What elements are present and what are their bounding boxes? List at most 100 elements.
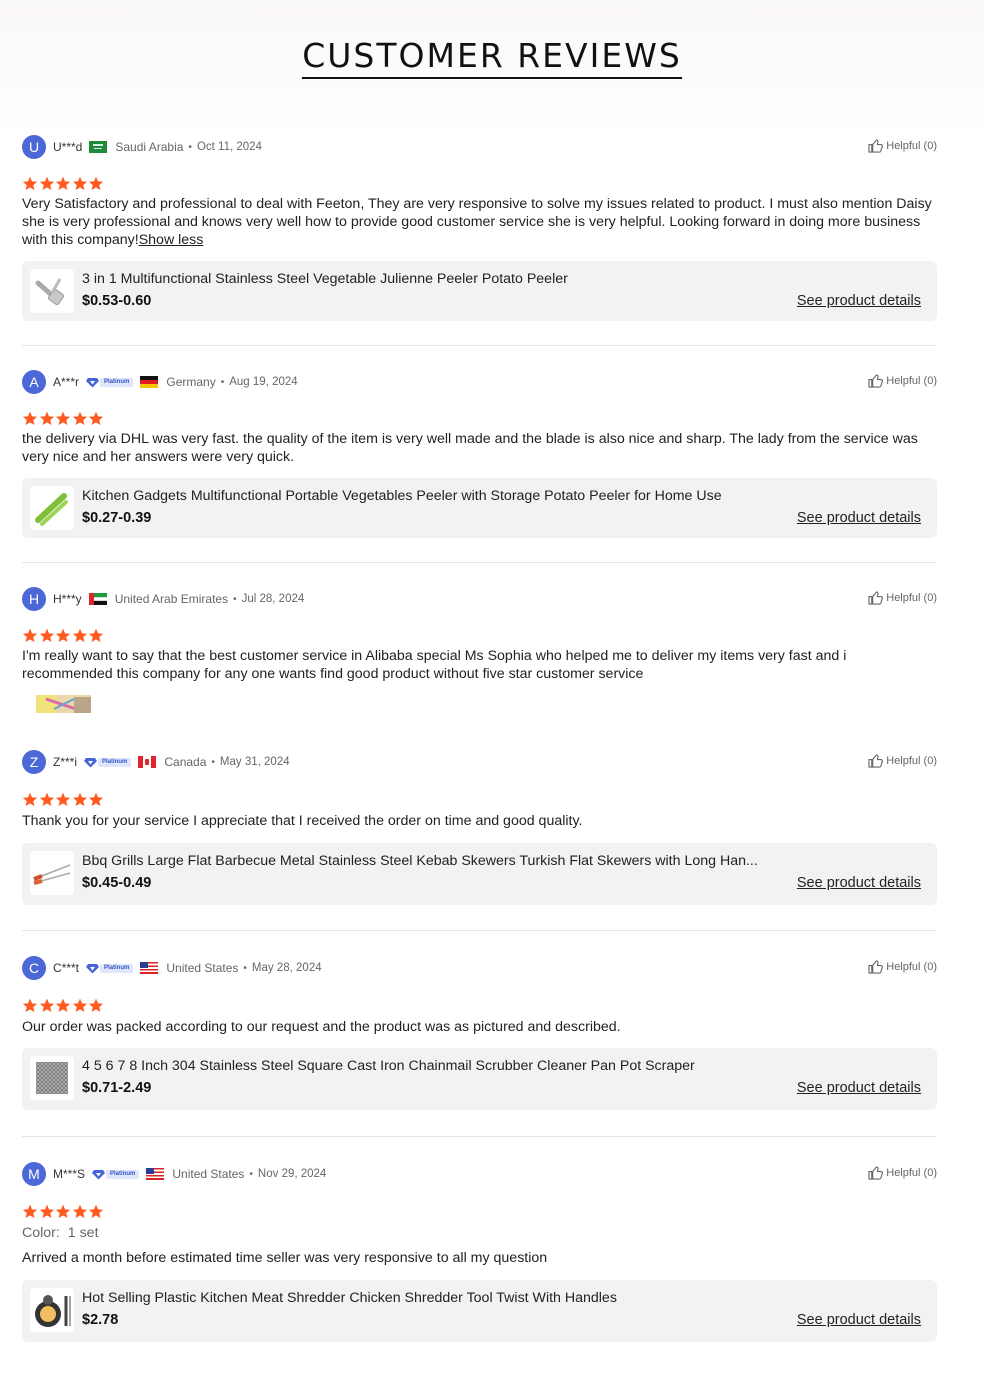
platinum-badge: Platinum	[84, 756, 132, 769]
review-photo-image	[36, 695, 91, 713]
germany-flag	[140, 376, 159, 388]
star-icon	[72, 628, 87, 643]
product-card[interactable]: Kitchen Gadgets Multifunctional Portable…	[22, 478, 937, 538]
helpful-button[interactable]: Helpful (0)	[868, 591, 937, 605]
review-text: Arrived a month before estimated time se…	[22, 1250, 548, 1266]
star-icon	[72, 998, 87, 1013]
helpful-button[interactable]: Helpful (0)	[868, 139, 937, 153]
star-icon	[55, 176, 71, 191]
us-flag	[146, 1168, 165, 1180]
review-date: Nov 29, 2024	[257, 1168, 327, 1180]
product-price: $0.53-0.60	[82, 293, 152, 309]
star-icon	[39, 1204, 54, 1219]
reviewer-name: Z***i	[53, 755, 78, 769]
product-name[interactable]: Bbq Grills Large Flat Barbecue Metal Sta…	[82, 853, 758, 869]
badge-label: Platinum	[100, 963, 134, 973]
product-name[interactable]: Hot Selling Plastic Kitchen Meat Shredde…	[82, 1290, 617, 1306]
review-date: May 31, 2024	[219, 756, 290, 768]
star-icon	[22, 1204, 38, 1219]
review-header: H H***y United Arab Emirates • Jul 28, 2…	[22, 587, 937, 611]
star-icon	[72, 1204, 87, 1219]
see-product-details-link[interactable]: See product details	[797, 510, 921, 526]
peeler-image	[35, 278, 65, 306]
review-date: May 28, 2024	[251, 962, 322, 974]
helpful-button[interactable]: Helpful (0)	[868, 960, 937, 974]
review-header: U U***d Saudi Arabia • Oct 11, 2024 Help…	[22, 135, 937, 159]
diamond-icon	[84, 757, 98, 767]
product-price: $0.45-0.49	[82, 875, 152, 891]
thumbs-up-icon	[868, 374, 884, 388]
helpful-count: Helpful (0)	[886, 1167, 937, 1179]
star-rating	[22, 176, 105, 191]
separator-dot: •	[211, 756, 215, 768]
thumbs-up-icon	[868, 754, 884, 768]
reviewer-name: C***t	[53, 961, 80, 975]
product-price: $0.71-2.49	[82, 1080, 152, 1096]
product-thumbnail[interactable]	[30, 1056, 74, 1100]
see-product-details-link[interactable]: See product details	[797, 293, 921, 309]
see-product-details-link[interactable]: See product details	[797, 1312, 921, 1328]
separator-dot: •	[243, 962, 247, 974]
helpful-button[interactable]: Helpful (0)	[868, 754, 937, 768]
show-less-link[interactable]: Show less	[139, 232, 204, 248]
see-product-details-link[interactable]: See product details	[797, 875, 921, 891]
product-thumbnail[interactable]	[30, 269, 74, 313]
product-name[interactable]: 3 in 1 Multifunctional Stainless Steel V…	[82, 271, 568, 287]
review-header: C C***t Platinum United States • May 28,…	[22, 956, 937, 980]
review-photo[interactable]	[36, 695, 91, 713]
helpful-button[interactable]: Helpful (0)	[868, 374, 937, 388]
skewers-image	[33, 864, 71, 885]
review-card: U U***d Saudi Arabia • Oct 11, 2024 Help…	[22, 135, 937, 321]
reviewer-name: H***y	[53, 592, 82, 606]
review-date: Aug 19, 2024	[229, 376, 298, 388]
helpful-count: Helpful (0)	[886, 592, 937, 604]
star-icon	[22, 628, 38, 643]
star-icon	[88, 628, 104, 643]
product-card[interactable]: 3 in 1 Multifunctional Stainless Steel V…	[22, 261, 937, 321]
peeler-image	[35, 493, 68, 526]
badge-label: Platinum	[98, 757, 132, 767]
star-icon	[72, 176, 87, 191]
product-thumbnail[interactable]	[30, 851, 74, 895]
product-card[interactable]: Bbq Grills Large Flat Barbecue Metal Sta…	[22, 843, 937, 905]
star-icon	[39, 792, 54, 807]
platinum-badge: Platinum	[86, 376, 134, 389]
star-icon	[39, 628, 54, 643]
star-icon	[55, 411, 71, 426]
star-icon	[88, 411, 104, 426]
divider	[22, 562, 937, 563]
review-text: Thank you for your service I appreciate …	[22, 813, 583, 829]
helpful-count: Helpful (0)	[886, 755, 937, 767]
diamond-icon	[86, 377, 100, 387]
color-value: 1 set	[67, 1225, 99, 1241]
variant-color: Color: 1 set	[22, 1225, 99, 1241]
badge-label: Platinum	[100, 377, 134, 387]
product-thumbnail[interactable]	[30, 1288, 74, 1332]
product-card[interactable]: Hot Selling Plastic Kitchen Meat Shredde…	[22, 1280, 937, 1342]
star-icon	[39, 998, 54, 1013]
see-product-details-link[interactable]: See product details	[797, 1080, 921, 1096]
thumbs-up-icon	[868, 960, 884, 974]
avatar: C	[22, 956, 46, 980]
helpful-button[interactable]: Helpful (0)	[868, 1166, 937, 1180]
product-price: $2.78	[82, 1312, 119, 1328]
divider	[22, 345, 937, 346]
reviewer-country: Canada	[164, 755, 207, 769]
product-card[interactable]: 4 5 6 7 8 Inch 304 Stainless Steel Squar…	[22, 1048, 937, 1110]
product-name[interactable]: Kitchen Gadgets Multifunctional Portable…	[82, 488, 722, 504]
thumbs-up-icon	[868, 1166, 884, 1180]
star-icon	[55, 628, 71, 643]
review-header: M M***S Platinum United States • Nov 29,…	[22, 1162, 937, 1186]
product-name[interactable]: 4 5 6 7 8 Inch 304 Stainless Steel Squar…	[82, 1058, 695, 1074]
product-thumbnail[interactable]	[30, 486, 74, 530]
star-rating	[22, 792, 105, 807]
review-card: Z Z***i Platinum Canada • May 31, 2024 H…	[22, 750, 937, 905]
reviewer-country: United Arab Emirates	[114, 592, 229, 606]
avatar: Z	[22, 750, 46, 774]
separator-dot: •	[188, 141, 192, 153]
helpful-count: Helpful (0)	[886, 140, 937, 152]
avatar: A	[22, 370, 46, 394]
review-text: Our order was packed according to our re…	[22, 1019, 621, 1035]
platinum-badge: Platinum	[92, 1168, 140, 1181]
star-icon	[39, 176, 54, 191]
